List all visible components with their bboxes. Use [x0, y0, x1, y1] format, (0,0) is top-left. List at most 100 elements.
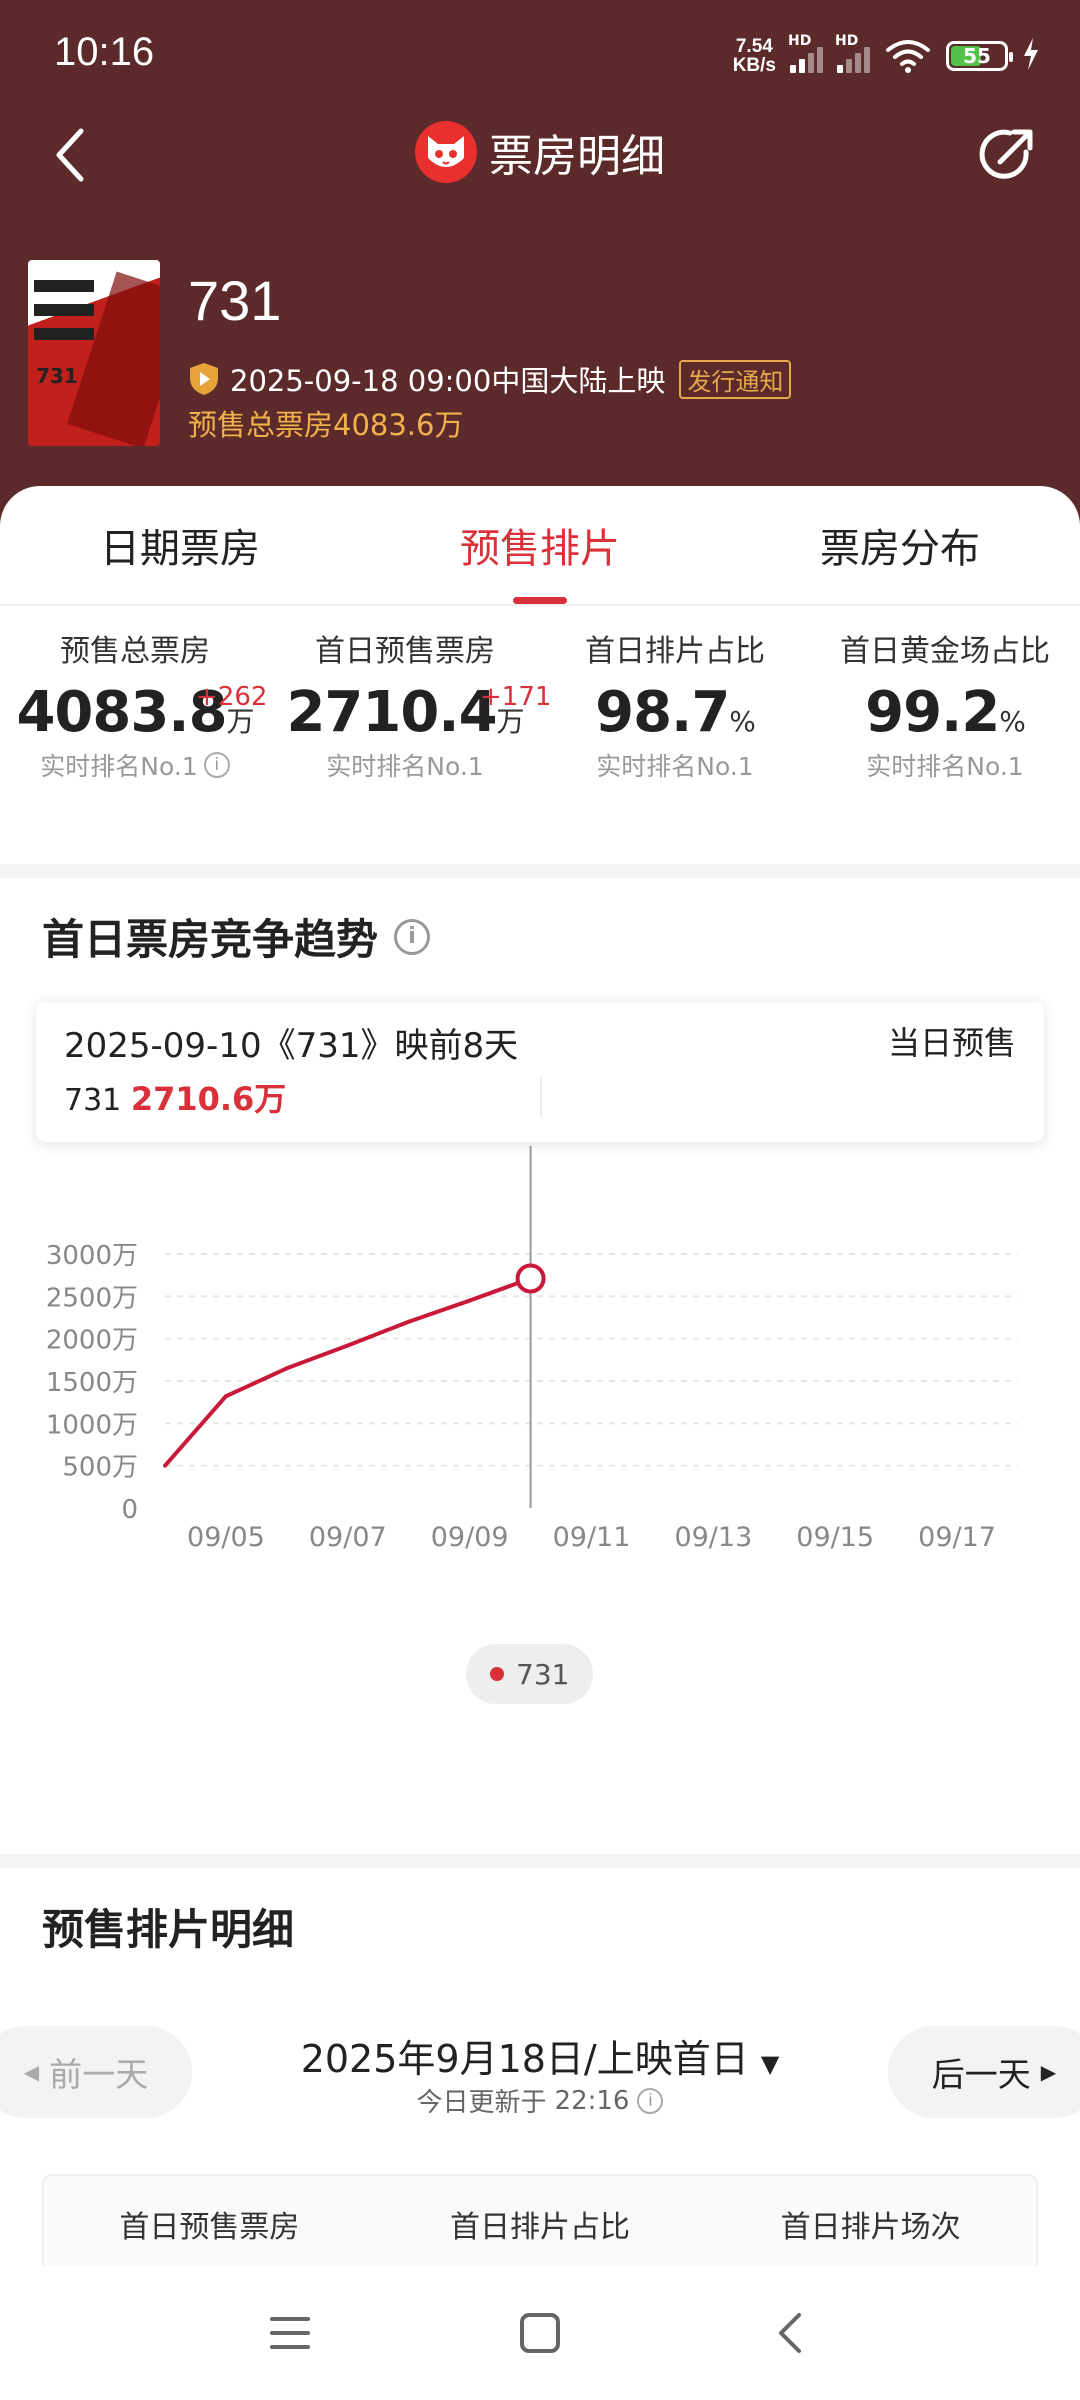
charging-icon [1022, 38, 1040, 74]
stat-unit: % [999, 705, 1026, 738]
share-button[interactable] [974, 122, 1040, 188]
status-icons: 7.54 KB/s HD HD 55 [733, 33, 1040, 78]
y-tick-label: 2500万 [46, 1283, 138, 1313]
tab-boxoffice-distribution[interactable]: 票房分布 [720, 486, 1080, 604]
y-tick-label: 2000万 [46, 1326, 138, 1356]
stat-label: 首日黄金场占比 [840, 634, 1050, 669]
stat-delta: +262 [196, 682, 268, 712]
presale-detail-title: 预售排片明细 [42, 1896, 294, 1957]
net-speed-unit: KB/s [732, 55, 776, 76]
caret-down-icon: ▼ [760, 2050, 780, 2078]
stat-rank: 实时排名No.1 i [0, 747, 270, 783]
info-icon[interactable]: i [394, 918, 431, 955]
battery-icon: 55 [946, 41, 1013, 71]
legend-item-731[interactable]: 731 [466, 1644, 594, 1704]
stat-rank-text: 实时排名No.1 [40, 752, 198, 781]
chart-tooltip: 2025-09-10《731》映前8天 当日预售 731 2710.6万 [36, 1002, 1044, 1142]
presale-total-text: 预售总票房4083.6万 [188, 408, 464, 442]
tab-presale-schedule[interactable]: 预售排片 [360, 486, 720, 604]
stat-presale-total[interactable]: 预售总票房 4083.8万 +262 实时排名No.1 i [0, 626, 270, 786]
tooltip-series: 731 2710.6万 [64, 1074, 286, 1120]
tooltip-date: 2025-09-10《731》映前8天 [64, 1026, 519, 1066]
system-back-button[interactable] [760, 2303, 820, 2363]
stat-rank: 实时排名No.1 [540, 747, 810, 783]
menu-button[interactable] [260, 2303, 320, 2363]
tab-date-boxoffice[interactable]: 日期票房 [0, 486, 360, 604]
data-point [467, 1298, 472, 1303]
stat-rank-text: 实时排名No.1 [866, 752, 1024, 781]
movie-poster[interactable]: 731 [28, 260, 160, 446]
y-tick-label: 500万 [62, 1453, 138, 1483]
selected-date: 2025年9月18日/上映首日 [300, 2037, 749, 2081]
info-icon[interactable]: i [203, 752, 230, 778]
stat-first-day-golden-share[interactable]: 首日黄金场占比 99.2% 实时排名No.1 [810, 626, 1080, 786]
stat-number: 2710.4 [286, 680, 497, 745]
page-title: 票房明细 [489, 131, 665, 182]
caret-right-icon: ▶ [1040, 2060, 1057, 2084]
x-tick-label: 09/15 [796, 1522, 874, 1553]
stat-value: 98.7% [540, 680, 810, 745]
highlight-point [515, 1263, 546, 1294]
section-divider [0, 864, 1080, 878]
wifi-icon [884, 38, 932, 74]
legend-label: 731 [516, 1657, 570, 1691]
release-notify-badge[interactable]: 发行通知 [679, 359, 792, 399]
y-tick-label: 1500万 [46, 1368, 138, 1398]
shield-icon [190, 363, 218, 395]
info-icon[interactable]: i [637, 2087, 664, 2114]
data-point [406, 1319, 411, 1324]
home-button[interactable] [510, 2303, 570, 2363]
movie-title: 731 [188, 269, 282, 332]
y-tick-label: 1000万 [46, 1410, 138, 1440]
tab-bar: 日期票房 预售排片 票房分布 [0, 486, 1080, 606]
next-day-button[interactable]: 后一天 ▶ [888, 2026, 1080, 2118]
y-tick-label: 0 [121, 1495, 138, 1525]
data-point [284, 1366, 289, 1371]
net-speed: 7.54 KB/s [733, 37, 776, 75]
x-tick-label: 09/05 [187, 1522, 265, 1553]
cat-logo-icon [415, 121, 477, 183]
back-chevron-icon [779, 2313, 801, 2353]
tooltip-divider [540, 1078, 542, 1118]
stat-first-day-schedule-share[interactable]: 首日排片占比 98.7% 实时排名No.1 [540, 626, 810, 786]
update-time: 22:16 [554, 2085, 630, 2116]
share-icon [979, 129, 1033, 179]
stat-value: 99.2% [810, 680, 1080, 745]
section-divider [0, 1854, 1080, 1868]
x-tick-label: 09/07 [309, 1522, 387, 1553]
data-point [163, 1463, 167, 1468]
stats-row: 预售总票房 4083.8万 +262 实时排名No.1 i 首日预售票房 2710… [0, 626, 1080, 786]
nav-title-group: 票房明细 [0, 120, 1080, 184]
signal-icon-2: HD [835, 33, 870, 73]
stat-number: 98.7 [595, 680, 730, 745]
stat-label: 预售总票房 [60, 634, 210, 669]
legend-dot [490, 1667, 504, 1681]
signal-icon-1: HD [788, 33, 823, 73]
stat-label: 首日预售票房 [315, 634, 495, 669]
y-tick-label: 3000万 [46, 1241, 138, 1271]
poster-number: 731 [36, 364, 78, 388]
hd-label: HD [835, 33, 859, 49]
release-text: 2025-09-18 09:00中国大陆上映 [230, 364, 666, 398]
update-prefix: 今日更新于 [416, 2088, 547, 2118]
presale-detail-title-text: 预售排片明细 [42, 1905, 295, 1954]
battery-percent: 55 [963, 44, 991, 68]
x-tick-label: 09/13 [674, 1522, 752, 1553]
system-nav-bar [0, 2266, 1080, 2400]
x-tick-label: 09/09 [431, 1522, 509, 1553]
trend-section-title: 首日票房竞争趋势 i [42, 906, 431, 967]
trend-chart[interactable]: 0 500万 1000万 1500万 2000万 2500万 3000万 09/05 09/07… [0, 1146, 1080, 1706]
status-time: 10:16 [54, 30, 155, 74]
stat-rank: 实时排名No.1 [270, 747, 540, 783]
net-speed-value: 7.54 [735, 36, 773, 57]
stat-unit: % [729, 705, 756, 738]
stat-first-day-presale[interactable]: 首日预售票房 2710.4万 +171 实时排名No.1 [270, 626, 551, 786]
release-row: 2025-09-18 09:00中国大陆上映 发行通知 [188, 358, 792, 400]
tooltip-series-value: 2710.6万 [130, 1080, 287, 1118]
day-navigator: ◀ 前一天 2025年9月18日/上映首日 ▼ 今日更新于 22:16 i 后一… [0, 2026, 1080, 2126]
x-tick-label: 09/11 [553, 1522, 631, 1553]
menu-icon [270, 2317, 310, 2349]
movie-info: 731 731 2025-09-18 09:00中国大陆上映 发行通知 预售总票… [0, 258, 1080, 458]
home-square-icon [520, 2313, 560, 2353]
next-day-label: 后一天 [931, 2055, 1031, 2094]
